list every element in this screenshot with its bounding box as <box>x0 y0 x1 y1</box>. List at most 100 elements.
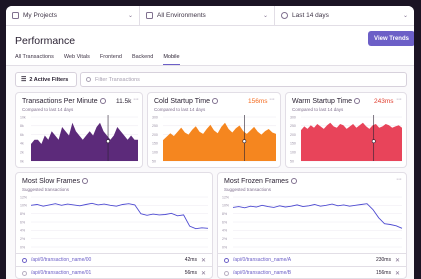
slow-frames-card: Most Slow Frames Suggested transactions … <box>15 172 213 279</box>
tab-backend[interactable]: Backend <box>132 54 153 65</box>
list-item[interactable]: /api/0/transaction_name/01 56ms ✕ <box>16 266 212 278</box>
y-tick-label: 300 <box>152 115 158 119</box>
y-tick-label: 4k <box>20 142 24 146</box>
cold-startup-chart: 300 250 200 150 100 50 <box>152 115 276 163</box>
frozen-frames-card: Most Frozen Frames Suggested transaction… <box>217 172 407 279</box>
tpm-value: 11.5k <box>116 98 132 105</box>
y-tick-label: 6k <box>20 133 24 137</box>
y-tick-label: 10k <box>20 115 26 119</box>
y-tick-label: 250 <box>290 124 296 128</box>
list-item[interactable]: /api/0/transaction_name/B 156ms ✕ <box>218 266 406 278</box>
environment-icon <box>146 12 153 19</box>
transaction-link[interactable]: /api/0/transaction_name/B <box>233 270 376 276</box>
warm-startup-subtitle: Compared to last 14 days <box>292 107 344 112</box>
y-tick-label: 6% <box>222 220 227 224</box>
y-tick-label: 100 <box>290 151 296 155</box>
slow-frames-subtitle: Suggested transactions <box>22 187 70 192</box>
calendar-icon <box>281 12 288 19</box>
line-series <box>232 203 403 229</box>
tpm-subtitle: Compared to last 14 days <box>22 107 74 112</box>
environment-selector[interactable]: All Environments ⌄ <box>140 6 275 25</box>
chevron-down-icon: ⌄ <box>402 13 408 19</box>
page-title: Performance <box>15 35 76 47</box>
radio-selected-icon[interactable] <box>22 257 27 263</box>
help-icon[interactable] <box>290 178 297 184</box>
frozen-frames-title: Most Frozen Frames <box>224 178 297 185</box>
close-icon[interactable]: ✕ <box>201 257 206 264</box>
more-options-icon[interactable]: ··· <box>133 96 139 103</box>
warm-startup-title: Warm Startup Time <box>292 98 361 105</box>
cold-startup-value: 156ms <box>248 98 268 105</box>
more-options-icon[interactable]: ··· <box>396 96 402 103</box>
filter-icon: ☰ <box>21 77 27 83</box>
page-filter-bar: My Projects ⌄ All Environments ⌄ Last 14… <box>6 6 414 26</box>
y-tick-label: 2k <box>20 151 24 155</box>
tpm-card: Transactions Per Minute Compared to last… <box>15 92 143 168</box>
radio-icon[interactable] <box>224 270 229 276</box>
close-icon[interactable]: ✕ <box>395 270 400 277</box>
y-tick-label: 200 <box>290 133 296 137</box>
area-series <box>31 122 138 161</box>
slow-frames-title: Most Slow Frames <box>22 178 88 185</box>
y-tick-label: 0% <box>222 245 227 249</box>
warm-startup-value: 243ms <box>374 98 394 105</box>
y-tick-label: 6% <box>20 220 25 224</box>
y-tick-label: 4% <box>222 229 227 233</box>
y-tick-label: 12% <box>20 195 27 199</box>
y-tick-label: 0% <box>20 245 25 249</box>
tab-bar: All Transactions Web Vitals Frontend Backen… <box>15 54 190 65</box>
warm-startup-card: Warm Startup Time Compared to last 14 da… <box>285 92 407 168</box>
close-icon[interactable]: ✕ <box>395 257 400 264</box>
transaction-link[interactable]: /api/0/transaction_name/01 <box>31 270 185 276</box>
project-selector[interactable]: My Projects ⌄ <box>6 6 140 25</box>
y-tick-label: 10% <box>222 204 229 208</box>
hover-point <box>371 139 376 144</box>
list-item[interactable]: /api/0/transaction_name/00 42ms ✕ <box>16 253 212 266</box>
tpm-chart: 10k 8k 6k 4k 2k 0k <box>20 115 138 163</box>
environment-label: All Environments <box>157 12 206 19</box>
tpm-title: Transactions Per Minute <box>22 98 106 105</box>
transaction-link[interactable]: /api/0/transaction_name/A <box>233 257 376 263</box>
transaction-duration: 42ms <box>184 257 197 263</box>
area-series <box>301 122 402 161</box>
y-tick-label: 2% <box>222 237 227 241</box>
active-filters-label: 2 Active Filters <box>29 76 69 83</box>
y-tick-label: 4% <box>20 229 25 233</box>
frozen-frames-chart: 12% 10% 8% 6% 4% 2% 0% <box>222 195 403 249</box>
radio-selected-icon[interactable] <box>224 257 229 263</box>
active-filters-button[interactable]: ☰ 2 Active Filters <box>15 72 77 87</box>
search-icon <box>86 77 91 82</box>
date-range-selector[interactable]: Last 14 days ⌄ <box>275 6 414 25</box>
help-icon[interactable] <box>212 98 219 104</box>
y-tick-label: 10% <box>20 204 27 208</box>
tab-web-vitals[interactable]: Web Vitals <box>64 54 90 65</box>
list-item[interactable]: /api/0/transaction_name/A 230ms ✕ <box>218 253 406 266</box>
area-series <box>163 122 276 161</box>
y-tick-label: 12% <box>222 195 229 199</box>
tab-mobile[interactable]: Mobile <box>163 54 180 65</box>
transaction-duration: 56ms <box>184 270 197 276</box>
frozen-frames-subtitle: Suggested transactions <box>224 187 272 192</box>
y-tick-label: 100 <box>152 151 158 155</box>
help-icon[interactable] <box>81 178 88 184</box>
tab-all-transactions[interactable]: All Transactions <box>15 54 54 65</box>
search-placeholder: Filter Transactions <box>95 76 140 83</box>
y-tick-label: 8k <box>20 124 24 128</box>
transaction-link[interactable]: /api/0/transaction_name/00 <box>31 257 185 263</box>
help-icon[interactable] <box>354 98 361 104</box>
more-options-icon[interactable]: ··· <box>396 176 402 183</box>
tab-frontend[interactable]: Frontend <box>100 54 122 65</box>
more-options-icon[interactable]: ··· <box>269 96 275 103</box>
radio-icon[interactable] <box>22 270 27 276</box>
chevron-down-icon: ⌄ <box>127 13 133 19</box>
close-icon[interactable]: ✕ <box>201 270 206 277</box>
help-icon[interactable] <box>99 98 106 104</box>
y-tick-label: 50 <box>290 159 294 163</box>
y-tick-label: 200 <box>152 133 158 137</box>
y-tick-label: 50 <box>152 159 156 163</box>
project-label: My Projects <box>23 12 57 19</box>
warm-startup-chart: 300 250 200 150 100 50 <box>290 115 402 163</box>
view-trends-button[interactable]: View Trends <box>368 31 414 46</box>
cold-startup-card: Cold Startup Time Compared to last 14 da… <box>147 92 281 168</box>
transaction-search-input[interactable]: Filter Transactions <box>80 72 407 87</box>
